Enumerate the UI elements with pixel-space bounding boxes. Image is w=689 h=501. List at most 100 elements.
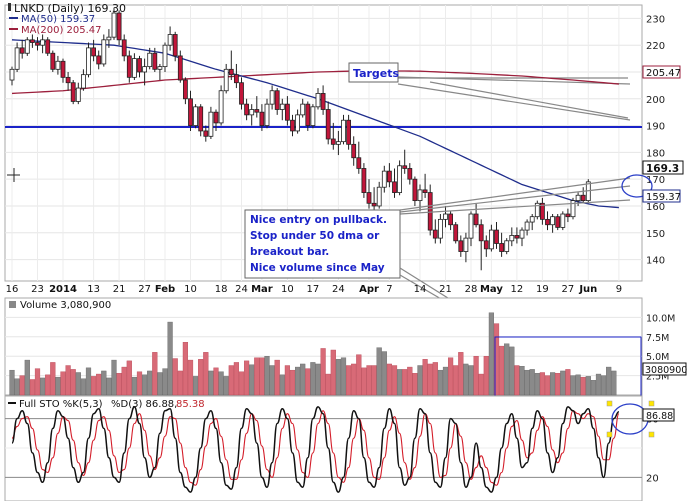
volume-bar (40, 377, 46, 396)
date-tick-label: 14 (414, 284, 427, 295)
volume-bar (335, 359, 342, 396)
date-tick-label: 10 (184, 284, 197, 295)
ma50-legend: MA(50) 159.37 (21, 14, 95, 25)
date-tick-label: May (480, 284, 503, 295)
volume-panel: 2.5M5.0M7.5M10.0M Volume 3,080,900 30809… (4, 297, 687, 403)
volume-bar (187, 359, 194, 396)
volume-bar (458, 352, 464, 396)
volume-bar (208, 370, 214, 396)
volume-bar (611, 370, 617, 396)
price-tick-label: 180 (646, 148, 665, 159)
candle (555, 214, 561, 231)
volume-bar (300, 363, 306, 396)
volume-bar (483, 356, 489, 396)
volume-bar (9, 369, 15, 396)
volume-bar (182, 342, 189, 396)
volume-bar (34, 368, 41, 396)
volume-bar (203, 352, 209, 396)
stock-chart: 140150160170180190200210220230 Targets (0, 0, 689, 501)
candle (570, 197, 576, 220)
targets-annotation: Targets (348, 62, 400, 83)
volume-bar (254, 357, 260, 396)
volume-bar (45, 374, 51, 396)
volume-bar (473, 356, 479, 396)
candle (453, 222, 459, 244)
volume-bar (90, 376, 97, 396)
candle (397, 160, 403, 196)
volume-bar (65, 365, 71, 396)
volume-bar (351, 363, 357, 396)
candle (193, 104, 199, 129)
volume-legend: Volume 3,080,900 (9, 300, 111, 311)
date-tick-label: 24 (235, 284, 248, 295)
volume-bar (147, 370, 153, 396)
volume-bar (14, 378, 20, 396)
volume-bar (381, 351, 387, 396)
volume-bar (233, 362, 240, 396)
volume-bar (570, 375, 576, 396)
candle (361, 163, 367, 198)
ma200-tag: 205.47 (646, 68, 681, 79)
volume-bar (152, 352, 158, 396)
volume-bar (85, 367, 92, 396)
volume-bar (80, 378, 87, 396)
volume-bar (75, 372, 81, 396)
price-tick-label: 160 (646, 202, 665, 213)
volume-bar (371, 365, 377, 396)
volume-bar (19, 375, 25, 396)
volume-bar (330, 349, 336, 396)
volume-bar (136, 371, 143, 396)
volume-bar (590, 380, 597, 396)
entry-annotation-line: Nice volume since May (250, 262, 385, 274)
volume-tick-label: 10.0M (646, 313, 675, 324)
volume-bar (580, 376, 586, 396)
volume-bar (361, 367, 367, 396)
volume-tick-label: 5.0M (646, 352, 669, 363)
volume-bar (544, 375, 551, 396)
targets-label: Targets (353, 67, 400, 80)
volume-bar (560, 370, 566, 396)
volume-bar (386, 363, 393, 396)
volume-bar (315, 363, 321, 396)
volume-bar (126, 360, 132, 396)
volume-bar (397, 369, 403, 396)
date-tick-label: 13 (87, 284, 100, 295)
candle (504, 238, 510, 255)
candle (560, 211, 566, 231)
volume-bar (50, 362, 56, 396)
volume-bar (565, 369, 571, 396)
volume-bar (305, 368, 311, 396)
volume-bar (504, 343, 510, 396)
price-tick-label: 170 (646, 175, 665, 186)
volume-bar (162, 368, 168, 396)
candle (86, 42, 91, 78)
date-tick-label: Jun (578, 284, 597, 295)
volume-bar (519, 366, 525, 396)
date-tick-label: 18 (215, 284, 228, 295)
volume-bar (534, 373, 540, 396)
volume-bar (555, 373, 561, 396)
date-tick-label: 12 (511, 284, 524, 295)
volume-bar (295, 366, 301, 396)
volume-bar (279, 374, 285, 396)
price-tick-label: 190 (646, 122, 665, 133)
candle (70, 80, 76, 105)
date-tick-label: 21 (113, 284, 126, 295)
volume-bar (213, 367, 219, 396)
volume-bar (448, 357, 454, 396)
volume-bar (606, 366, 612, 396)
volume-bar (264, 356, 270, 396)
sto-d-last-label: 85.38 (176, 399, 205, 410)
volume-bar (198, 359, 204, 396)
entry-annotation-line: breakout bar. (250, 246, 333, 258)
ma200-legend: MA(200) 205.47 (21, 25, 102, 36)
price-tick-label: 220 (646, 41, 665, 52)
volume-bar (356, 354, 362, 396)
volume-bar (111, 359, 117, 396)
volume-bar (243, 360, 250, 396)
candle (24, 37, 30, 56)
volume-bar (29, 379, 36, 396)
volume-bar (509, 346, 515, 396)
volume-bar (437, 369, 444, 396)
candle (218, 85, 224, 126)
